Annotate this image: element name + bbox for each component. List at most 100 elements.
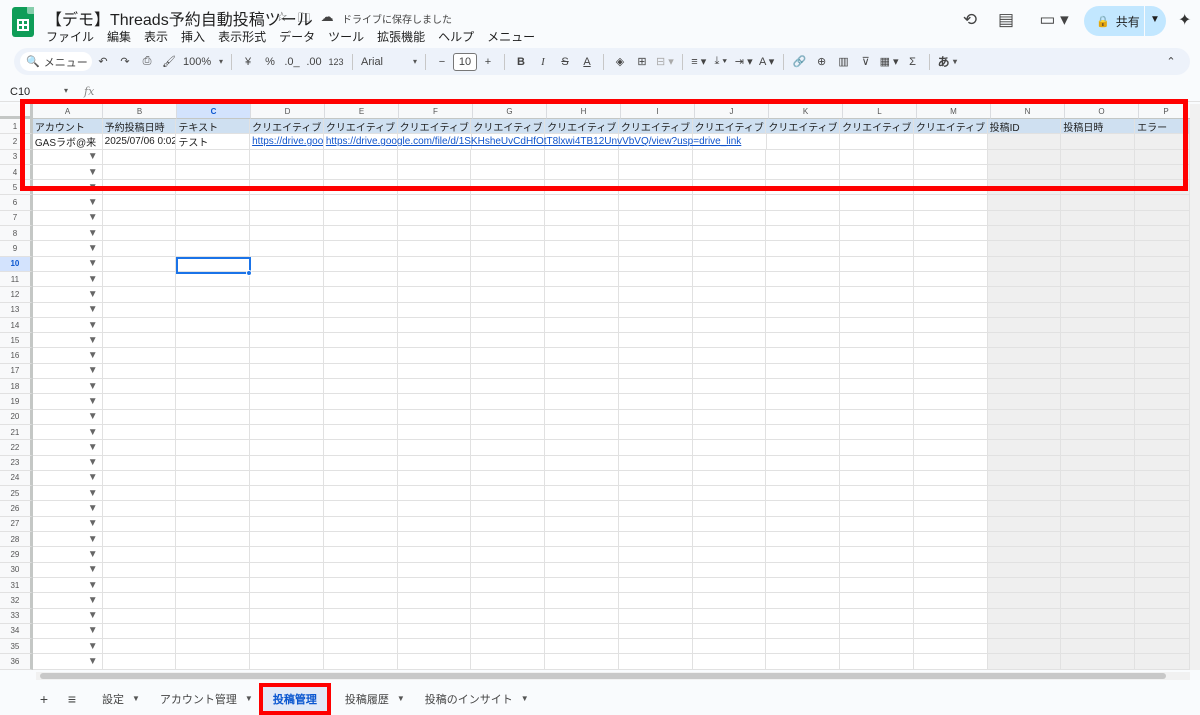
cell[interactable] — [397, 562, 472, 578]
cell[interactable] — [102, 180, 177, 196]
cell[interactable]: クリエイティブ — [545, 119, 619, 135]
cell[interactable] — [987, 562, 1062, 578]
cell[interactable] — [692, 333, 767, 349]
cell[interactable]: クリエイティブ — [323, 119, 398, 135]
cell[interactable] — [1061, 424, 1136, 441]
cell[interactable] — [618, 317, 693, 334]
cell[interactable] — [250, 302, 324, 318]
cell[interactable] — [250, 363, 324, 380]
cell[interactable] — [766, 608, 841, 624]
cell[interactable] — [987, 363, 1062, 380]
cell[interactable] — [397, 623, 472, 640]
cell[interactable] — [471, 593, 546, 609]
cell[interactable] — [913, 547, 988, 563]
cell[interactable] — [1061, 470, 1136, 487]
cell[interactable]: ▼ — [32, 164, 103, 181]
column-header-h[interactable]: H — [547, 104, 621, 119]
cell[interactable] — [692, 577, 767, 594]
zoom-select[interactable]: 100% ▾ — [180, 51, 226, 73]
cell[interactable] — [176, 455, 251, 471]
cell[interactable] — [323, 623, 398, 640]
cell[interactable] — [840, 394, 914, 410]
cell[interactable]: ▼ — [32, 210, 103, 227]
cell[interactable] — [987, 271, 1062, 288]
cell[interactable] — [766, 623, 841, 640]
cell[interactable] — [840, 348, 914, 364]
cell[interactable] — [692, 379, 767, 395]
cell[interactable] — [618, 363, 693, 380]
cell[interactable] — [102, 348, 177, 364]
cell[interactable] — [397, 501, 472, 517]
cell[interactable] — [397, 409, 472, 425]
cell[interactable] — [766, 409, 841, 425]
row-number[interactable]: 22 — [0, 440, 33, 456]
cell[interactable] — [618, 577, 693, 594]
cell[interactable]: ▼ — [32, 256, 103, 272]
cell[interactable] — [323, 226, 398, 242]
share-button[interactable]: 🔒 共有 ▼ — [1084, 6, 1166, 36]
cell[interactable] — [913, 577, 988, 594]
menu-tools[interactable]: ツール — [328, 28, 370, 45]
currency-button[interactable]: ¥ — [237, 51, 259, 73]
cell[interactable] — [987, 210, 1062, 227]
row-number[interactable]: 4 — [0, 164, 33, 181]
cell[interactable] — [840, 516, 914, 533]
cell[interactable]: ▼ — [32, 424, 103, 441]
cell[interactable] — [1135, 440, 1190, 456]
sheet-grid[interactable]: ABCDEFGHIJKLMNOP 1 アカウント 予約投稿日時 テキスト クリエイティブ… — [0, 104, 1190, 670]
cell[interactable] — [618, 241, 693, 257]
cell[interactable] — [692, 501, 767, 517]
cell[interactable] — [323, 164, 398, 181]
cell[interactable] — [840, 532, 914, 548]
cell[interactable] — [545, 287, 619, 303]
cell[interactable] — [250, 241, 324, 257]
cell[interactable]: GASラボ@来 — [32, 134, 103, 150]
cell[interactable] — [176, 363, 251, 380]
cell[interactable] — [545, 501, 619, 517]
collapse-toolbar-icon[interactable]: ⌃ — [1160, 51, 1182, 73]
cell[interactable] — [176, 424, 251, 441]
all-sheets-icon[interactable]: ≡ — [58, 691, 86, 707]
cell[interactable] — [471, 379, 546, 395]
cell[interactable] — [545, 532, 619, 548]
cell[interactable] — [692, 409, 767, 425]
cell[interactable] — [1135, 654, 1190, 670]
cell[interactable] — [913, 440, 988, 456]
cell[interactable] — [913, 394, 988, 410]
cell[interactable] — [1061, 623, 1136, 640]
cell[interactable]: ▼ — [32, 562, 103, 578]
cell[interactable] — [471, 639, 546, 655]
cell[interactable] — [176, 639, 251, 655]
cell[interactable] — [323, 547, 398, 563]
cell[interactable] — [913, 302, 988, 318]
cell[interactable] — [618, 593, 693, 609]
cell[interactable] — [176, 394, 251, 410]
decrease-font-size-icon[interactable]: − — [431, 51, 453, 73]
column-header-g[interactable]: G — [473, 104, 547, 119]
cell[interactable] — [692, 562, 767, 578]
cell[interactable] — [766, 516, 841, 533]
percent-button[interactable]: % — [259, 51, 281, 73]
cell[interactable]: ▼ — [32, 379, 103, 395]
cell[interactable] — [471, 180, 546, 196]
row-number[interactable]: 31 — [0, 577, 33, 594]
cell[interactable] — [176, 486, 251, 502]
name-box[interactable]: C10 ▾ — [0, 86, 72, 98]
menu-edit[interactable]: 編集 — [107, 28, 137, 45]
cell[interactable] — [250, 501, 324, 517]
cell[interactable] — [1135, 363, 1190, 380]
cell[interactable]: ▼ — [32, 547, 103, 563]
cell[interactable] — [766, 287, 841, 303]
cell[interactable] — [176, 501, 251, 517]
cell[interactable] — [545, 409, 619, 425]
selected-cell[interactable] — [176, 257, 251, 274]
cell[interactable] — [1135, 271, 1190, 288]
cell[interactable] — [987, 455, 1062, 471]
insert-chart-icon[interactable]: ▥ — [833, 51, 855, 73]
cell[interactable] — [471, 623, 546, 640]
tab-account-management[interactable]: アカウント管理 ▼ — [150, 687, 263, 711]
row-number[interactable]: 26 — [0, 501, 33, 517]
cell[interactable] — [913, 409, 988, 425]
cell[interactable] — [1135, 501, 1190, 517]
cell[interactable] — [987, 577, 1062, 594]
